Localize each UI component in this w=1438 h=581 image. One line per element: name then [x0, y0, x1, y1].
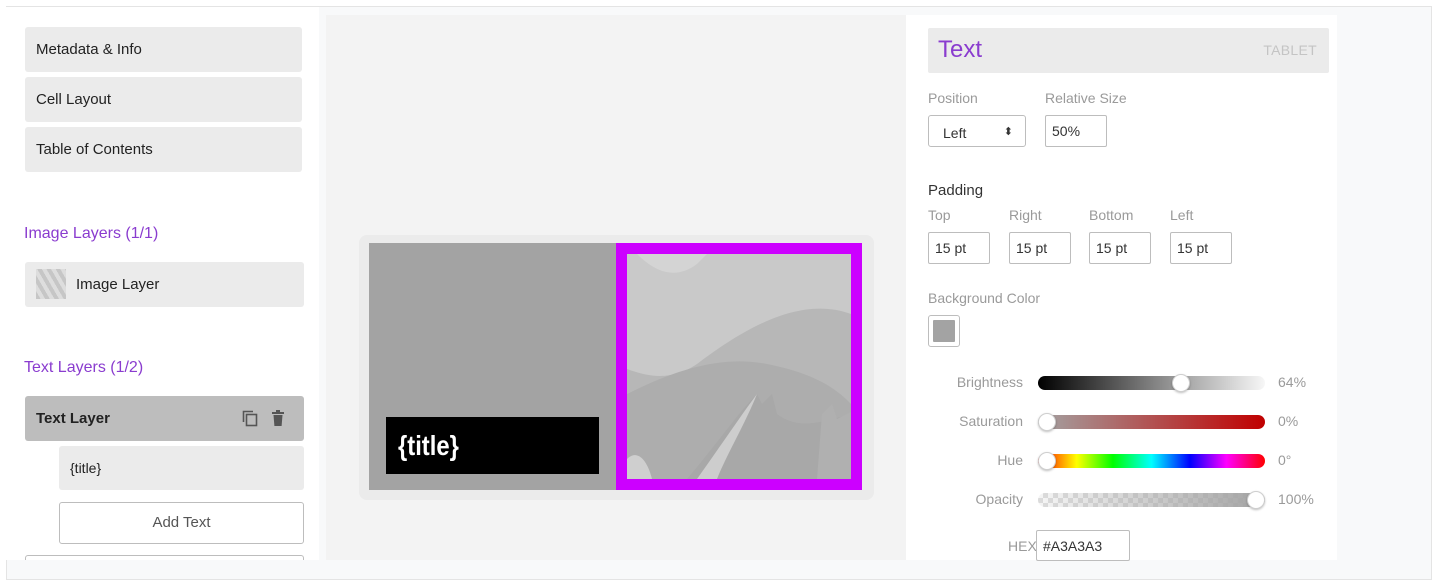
brightness-label: Brightness: [956, 374, 1023, 390]
relative-size-input[interactable]: 50%: [1045, 115, 1107, 147]
next-layer-item[interactable]: [25, 555, 304, 560]
hex-input[interactable]: #A3A3A3: [1036, 530, 1130, 561]
nav-metadata-info[interactable]: Metadata & Info: [25, 27, 302, 72]
brightness-value: 64%: [1278, 374, 1307, 390]
brightness-slider[interactable]: [1038, 374, 1265, 392]
title-text: {title}: [398, 430, 459, 461]
updown-icon: ⬍: [1003, 126, 1013, 138]
sidebar: Metadata & Info Cell Layout Table of Con…: [6, 7, 319, 560]
opacity-value: 100%: [1278, 491, 1314, 507]
brightness-knob[interactable]: [1171, 374, 1190, 392]
padding-right-label: Right: [1009, 207, 1042, 223]
swatch-fill: [933, 320, 955, 342]
padding-left-label: Left: [1170, 207, 1194, 223]
padding-top-input[interactable]: 15 pt: [928, 232, 990, 264]
saturation-label: Saturation: [959, 413, 1023, 429]
duplicate-icon[interactable]: [241, 409, 259, 427]
padding-label: Padding: [928, 182, 984, 199]
saturation-slider[interactable]: [1038, 413, 1265, 431]
hue-knob[interactable]: [1038, 452, 1056, 470]
image-layer-label: Image Layer: [76, 276, 160, 293]
properties-panel: Text TABLET Position Relative Size Left …: [906, 15, 1337, 561]
text-layers-title: Text Layers (1/2): [24, 359, 144, 376]
hue-row: Hue 0°: [928, 450, 1328, 472]
device-label: TABLET: [1263, 42, 1317, 58]
padding-bottom-input[interactable]: 15 pt: [1089, 232, 1151, 264]
text-layer-label: Text Layer: [36, 410, 110, 427]
hue-value: 0°: [1278, 452, 1292, 468]
preview-card[interactable]: {title}: [369, 243, 862, 490]
padding-left-input[interactable]: 15 pt: [1170, 232, 1232, 264]
image-thumbnail: [36, 269, 66, 299]
trash-icon[interactable]: [269, 409, 287, 427]
background-color-label: Background Color: [928, 290, 1041, 306]
hue-label: Hue: [997, 452, 1023, 468]
position-value: Left: [943, 125, 967, 141]
saturation-row: Saturation 0%: [928, 411, 1328, 433]
brightness-row: Brightness 64%: [928, 372, 1328, 394]
image-layer-item[interactable]: Image Layer: [25, 262, 304, 307]
add-text-button[interactable]: Add Text: [59, 502, 304, 544]
padding-top-label: Top: [928, 207, 951, 223]
nav-cell-layout[interactable]: Cell Layout: [25, 77, 302, 122]
opacity-label: Opacity: [975, 491, 1023, 507]
padding-right-input[interactable]: 15 pt: [1009, 232, 1071, 264]
opacity-knob[interactable]: [1247, 491, 1265, 509]
image-layer-preview[interactable]: [616, 243, 862, 490]
position-select[interactable]: Left ⬍: [928, 115, 1026, 147]
text-layer-item-selected[interactable]: Text Layer: [25, 396, 304, 441]
panel-header: Text TABLET: [928, 28, 1329, 73]
relative-size-label: Relative Size: [1045, 90, 1127, 106]
padding-bottom-label: Bottom: [1089, 207, 1134, 223]
image-layers-title: Image Layers (1/1): [24, 225, 159, 242]
mountain-illustration: [627, 254, 851, 479]
saturation-knob[interactable]: [1038, 413, 1056, 431]
saturation-value: 0%: [1278, 413, 1299, 429]
title-text-box[interactable]: {title}: [386, 417, 599, 474]
preview-canvas: {title}: [326, 15, 906, 560]
opacity-row: Opacity 100%: [928, 489, 1328, 511]
nav-table-of-contents[interactable]: Table of Contents: [25, 127, 302, 172]
hue-slider[interactable]: [1038, 452, 1265, 470]
hex-label: HEX: [1008, 538, 1037, 554]
position-label: Position: [928, 90, 978, 106]
opacity-slider[interactable]: [1038, 491, 1265, 509]
background-color-swatch[interactable]: [928, 315, 960, 347]
panel-title: Text: [938, 36, 983, 63]
text-sub-item-title[interactable]: {title}: [59, 446, 304, 490]
